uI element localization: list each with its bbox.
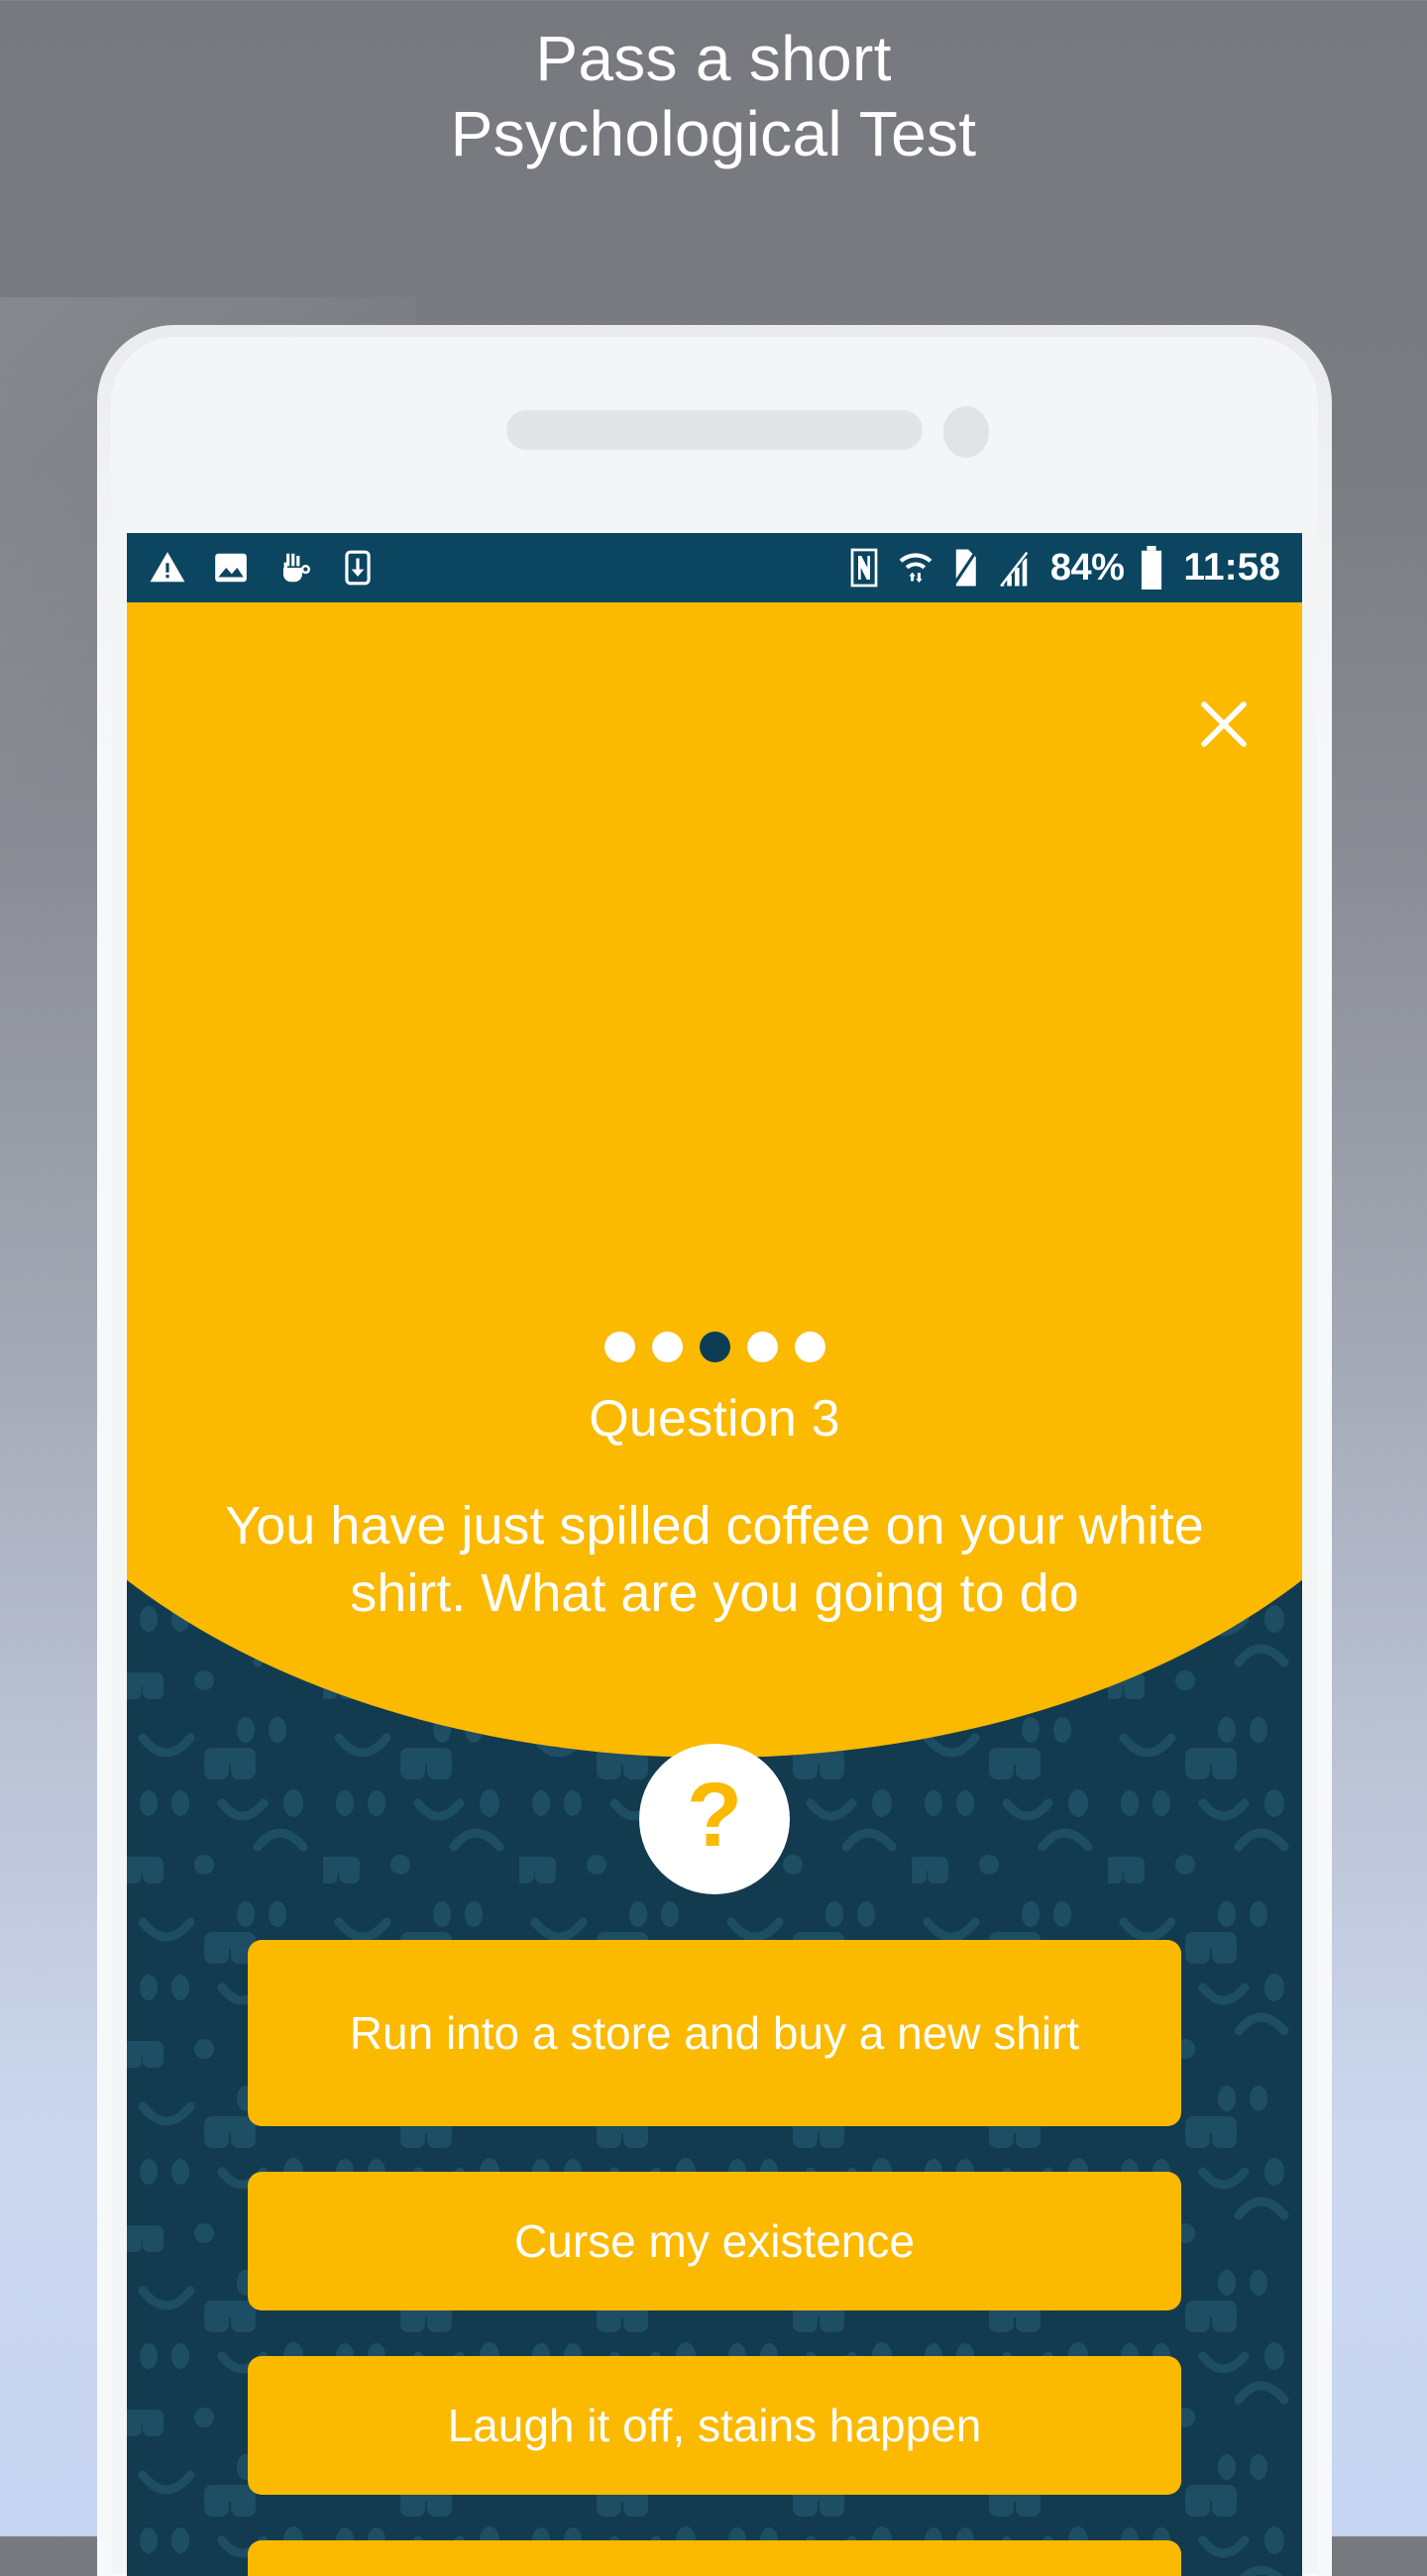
- question-mark-badge: ?: [639, 1744, 790, 1894]
- clock-label: 11:58: [1183, 546, 1280, 589]
- download-to-device-icon: [339, 549, 377, 587]
- battery-icon: [1139, 546, 1164, 590]
- sim-missing-icon: [949, 548, 981, 588]
- no-signal-icon: [996, 548, 1034, 588]
- wifi-data-icon: [897, 548, 934, 588]
- nfc-icon: [846, 548, 882, 588]
- progress-dot-2: [651, 1332, 683, 1362]
- status-bar-left-icons: [149, 549, 377, 587]
- phone-front-camera: [943, 406, 989, 458]
- close-button[interactable]: [1187, 688, 1261, 761]
- status-bar: 84% 11:58: [127, 533, 1302, 602]
- status-bar-right-icons: 84% 11:58: [846, 546, 1280, 590]
- progress-dot-1: [604, 1332, 635, 1362]
- question-hero-panel: Question 3 You have just spilled coffee …: [127, 602, 1302, 1758]
- answer-option-3[interactable]: Laugh it off, stains happen: [248, 2356, 1181, 2495]
- promo-headline-line2: Psychological Test: [450, 97, 977, 169]
- warning-triangle-icon: [149, 549, 186, 587]
- phone-speaker-grille: [506, 410, 923, 450]
- question-hero-content: Question 3 You have just spilled coffee …: [127, 602, 1302, 1758]
- touch-hand-icon: [275, 549, 313, 587]
- answer-option-2[interactable]: Curse my existence: [248, 2172, 1181, 2310]
- phone-device: 84% 11:58 Question 3 You have just spill…: [97, 325, 1332, 2576]
- image-icon: [212, 549, 250, 587]
- promo-headline-line1: Pass a short: [535, 23, 892, 94]
- question-mark-icon: ?: [686, 1765, 743, 1866]
- question-number-label: Question 3: [589, 1390, 840, 1448]
- battery-percent-label: 84%: [1049, 546, 1125, 589]
- answer-options-list: Run into a store and buy a new shirt Cur…: [248, 1940, 1181, 2576]
- phone-screen: 84% 11:58 Question 3 You have just spill…: [127, 533, 1302, 2576]
- promo-headline: Pass a short Psychological Test: [0, 22, 1427, 171]
- progress-dot-4: [746, 1332, 778, 1362]
- answer-option-4[interactable]: Vow to never drink coffee again: [248, 2540, 1181, 2576]
- question-text: You have just spilled coffee on your whi…: [225, 1496, 1204, 1624]
- progress-dot-3-active: [699, 1332, 730, 1362]
- progress-dot-5: [794, 1332, 825, 1362]
- answer-option-1[interactable]: Run into a store and buy a new shirt: [248, 1940, 1181, 2126]
- close-icon: [1201, 701, 1247, 747]
- progress-dots: [127, 1332, 1302, 1362]
